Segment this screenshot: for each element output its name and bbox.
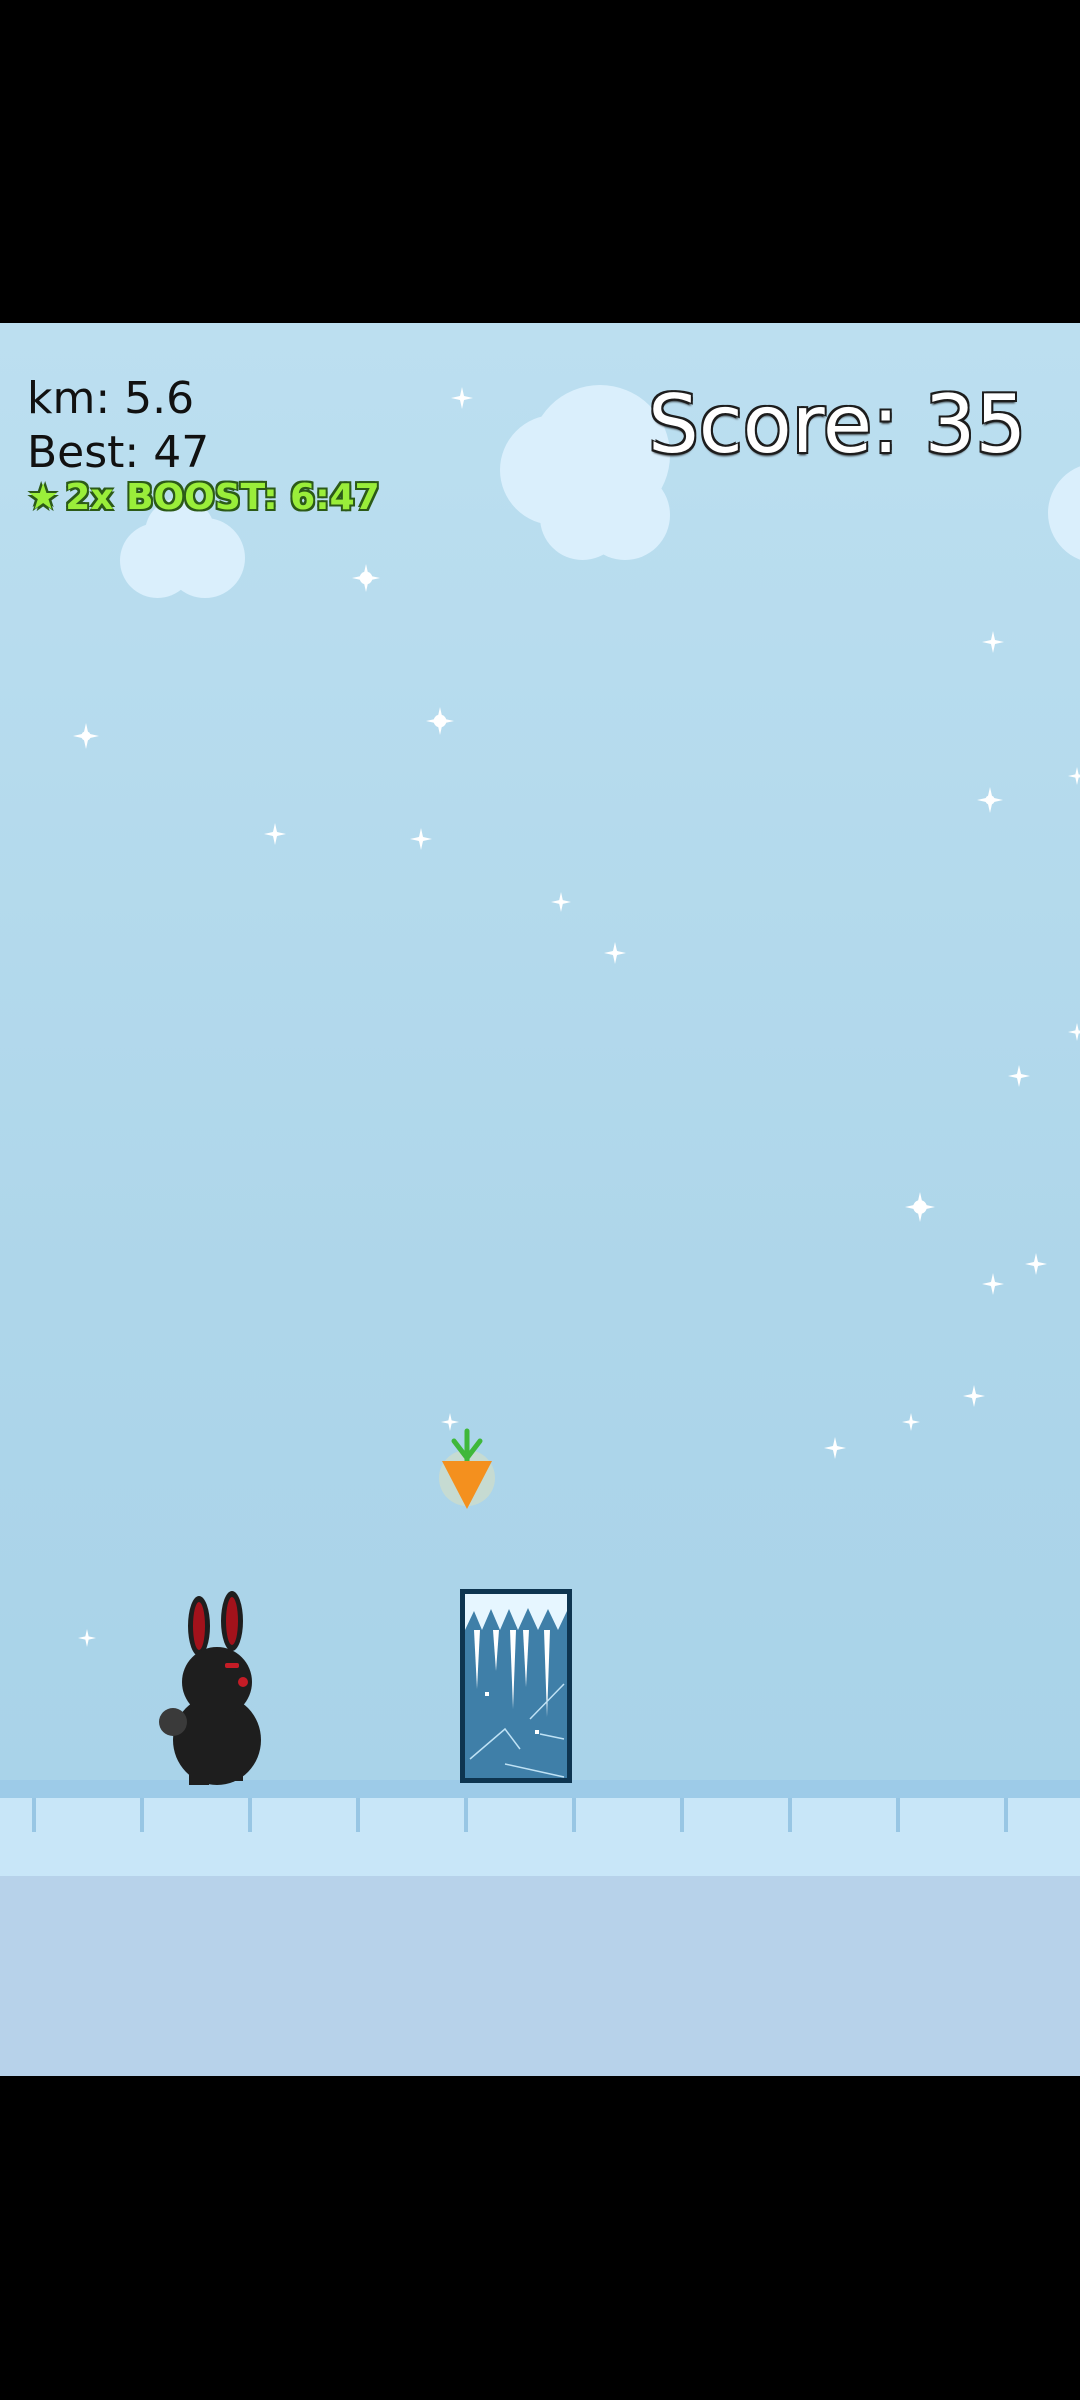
snowflake (410, 828, 432, 850)
boost-indicator: ★ 2x BOOST: 6:47 (27, 480, 380, 516)
bunny-player (155, 1588, 275, 1788)
snowflake (78, 1629, 96, 1647)
snowflake (73, 723, 99, 749)
best-score-label: Best: 47 (27, 427, 210, 478)
snowflake (977, 787, 1003, 813)
snowflake (982, 1273, 1004, 1295)
cloud (1048, 463, 1080, 573)
snowflake (824, 1437, 846, 1459)
snowflake (905, 1192, 935, 1222)
snowflake (1068, 767, 1080, 785)
score-label: Score: 35 (648, 378, 1027, 471)
snow-ground (0, 1876, 1080, 2076)
snowflake (352, 564, 380, 592)
snowflake (426, 707, 454, 735)
snowflake (963, 1385, 985, 1407)
boost-label: 2x BOOST: 6:47 (65, 477, 380, 518)
star-icon: ★ (27, 477, 60, 518)
carrot-pickup (432, 1423, 502, 1513)
snowflake (264, 823, 286, 845)
ice-block-obstacle (460, 1589, 572, 1783)
snowflake (1025, 1253, 1047, 1275)
snowflake (902, 1413, 920, 1431)
snowflake (1068, 1023, 1080, 1041)
snowflake (451, 387, 473, 409)
distance-label: km: 5.6 (27, 373, 195, 424)
game-canvas[interactable]: km: 5.6 Best: 47 ★ 2x BOOST: 6:47 Score: … (0, 323, 1080, 2076)
snowflake (551, 892, 571, 912)
snowflake (982, 631, 1004, 653)
snowflake (604, 942, 626, 964)
ice-ground (0, 1798, 1080, 1876)
snowflake (1008, 1065, 1030, 1087)
